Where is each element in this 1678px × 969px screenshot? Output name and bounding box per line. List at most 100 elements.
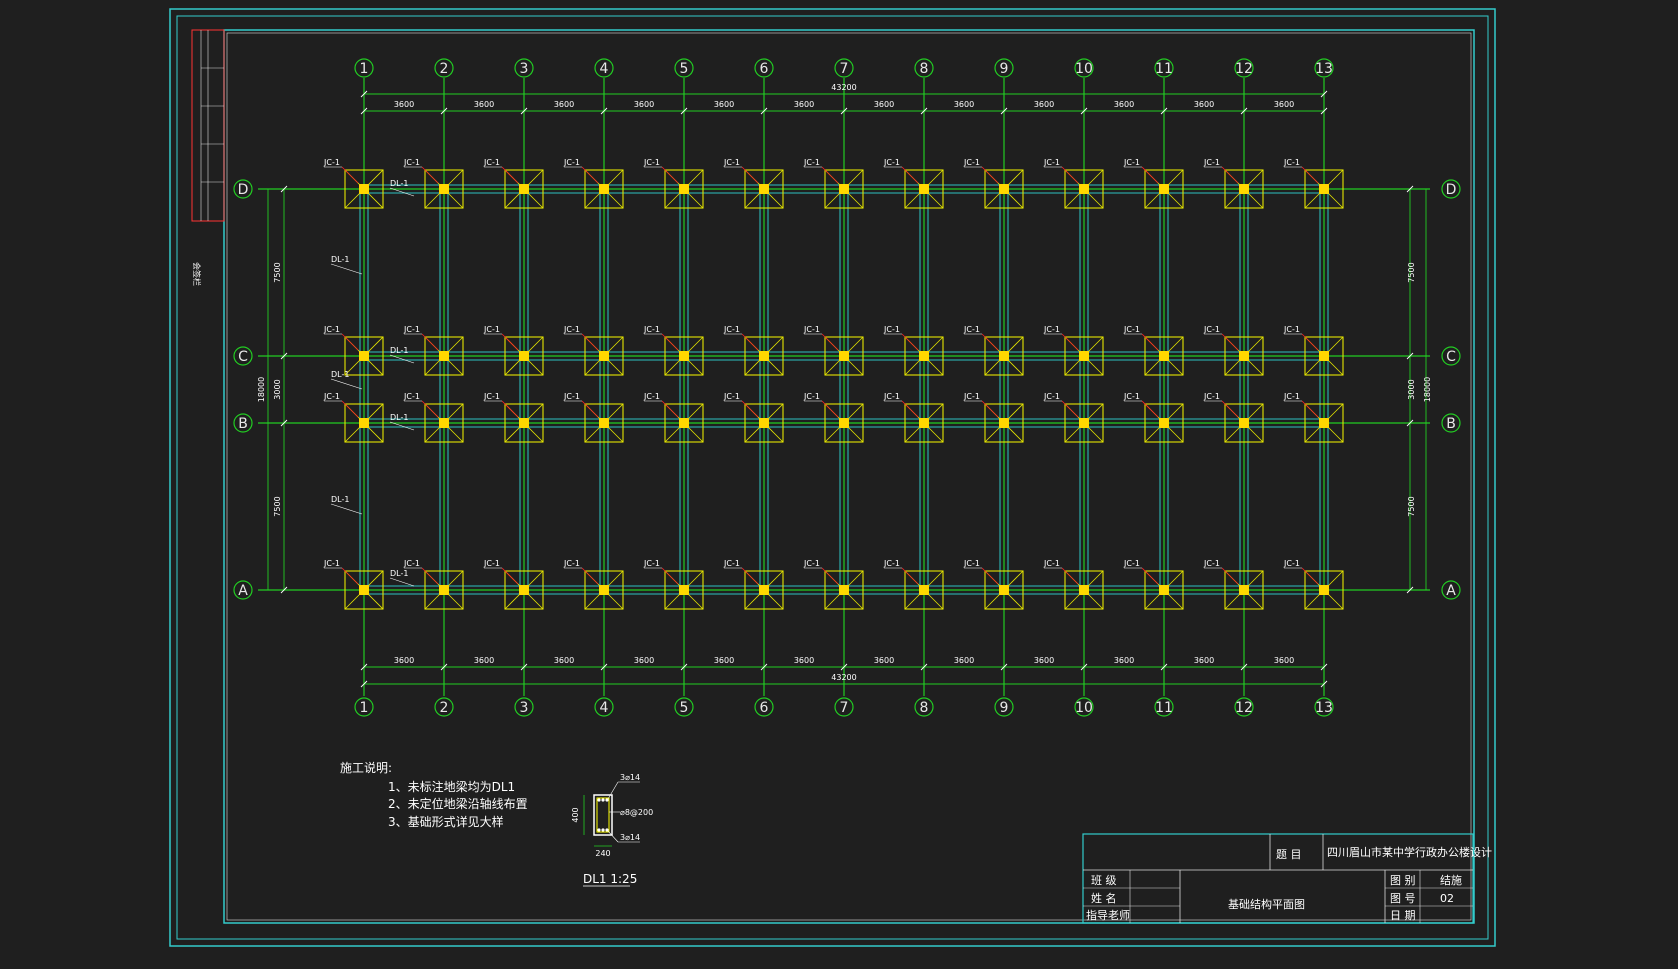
dl1-bottom-rebar: 3⌀14 (620, 833, 640, 842)
footing-leader (661, 333, 679, 351)
tb-row-class: 班 级 (1091, 874, 1117, 887)
footing-tag: JC-1 (1203, 325, 1220, 334)
footing-tag: JC-1 (403, 392, 420, 401)
column (839, 418, 849, 428)
axis-bubble-bottom-11-label: 11 (1155, 700, 1173, 716)
column (1079, 585, 1089, 595)
footing-tag: JC-1 (643, 559, 660, 568)
column (439, 184, 449, 194)
footing-leader (421, 400, 439, 418)
ground-beam-tag: DL-1 (390, 179, 408, 188)
axis-bubble-top-8-label: 8 (920, 61, 929, 77)
foundation-plan: JC-1 JC-1 JC-1 JC-1 JC-1 JC-1 JC-1 JC-1 JC-1 JC-1… (233, 58, 1461, 717)
axis-bubble-bottom-8-label: 8 (920, 700, 929, 716)
footing-tag: JC-1 (323, 325, 340, 334)
footing-tag: JC-1 (563, 158, 580, 167)
footing-tag: JC-1 (883, 392, 900, 401)
footing-leader (1141, 400, 1159, 418)
ground-beam-tag-leader (389, 577, 415, 587)
column (1159, 418, 1169, 428)
axis-bubble-right-A-label: A (1446, 583, 1456, 599)
footing-tag: JC-1 (563, 559, 580, 568)
left-dimension-label: 7500 (273, 262, 282, 282)
footing-tag: JC-1 (883, 325, 900, 334)
tb-row-name: 姓 名 (1091, 891, 1117, 905)
notes-title: 施工说明: (340, 760, 392, 775)
footing-leader (981, 333, 999, 351)
outer-frame (169, 8, 1496, 947)
column (599, 585, 609, 595)
footing-leader (1141, 166, 1159, 184)
column (599, 418, 609, 428)
note-item-3: 3、基础形式详见大样 (388, 814, 504, 829)
axis-bubble-bottom-5-label: 5 (680, 700, 689, 716)
top-dimension-bay-label: 3600 (634, 100, 654, 109)
footing-leader (341, 333, 359, 351)
footing-leader (1141, 567, 1159, 585)
axis-bubble-left-D-label: D (238, 182, 249, 198)
axis-bubble-left-B-label: B (238, 416, 248, 432)
axis-bubble-bottom-12-label: 12 (1235, 700, 1253, 716)
footing-tag: JC-1 (643, 325, 660, 334)
footing-leader (421, 333, 439, 351)
tb-subject-label: 题 目 (1276, 848, 1302, 861)
footing-leader (901, 567, 919, 585)
ground-beam-tag: DL-1 (331, 255, 349, 264)
top-dimension-bay-label: 3600 (554, 100, 574, 109)
bottom-dimension-bay-label: 3600 (1114, 656, 1134, 665)
axis-bubble-top-6-label: 6 (760, 61, 769, 77)
footing-leader (1061, 400, 1079, 418)
column (519, 585, 529, 595)
ground-beam-tag-leader (330, 263, 363, 275)
footing-leader (821, 333, 839, 351)
right-dimension-total-label: 18000 (1423, 377, 1432, 402)
axis-bubble-left-A-label: A (238, 583, 248, 599)
footing-leader (1141, 333, 1159, 351)
footing-tag: JC-1 (803, 158, 820, 167)
dl1-section-detail: 3⌀14 ⌀8@200 3⌀14 400 240 DL1 1:25 (571, 773, 653, 887)
column (1319, 418, 1329, 428)
footing-leader (1221, 333, 1239, 351)
column (839, 585, 849, 595)
footing-tag: JC-1 (1203, 392, 1220, 401)
dl1-section-label: DL1 1:25 (583, 872, 637, 886)
top-dimension-total-label: 43200 (831, 83, 856, 92)
bottom-dimension-bay-label: 3600 (634, 656, 654, 665)
bottom-dimension-bay-label: 3600 (1034, 656, 1054, 665)
bottom-dimension-bay-label: 3600 (714, 656, 734, 665)
right-dimension-label: 3000 (1407, 379, 1416, 399)
footing-tag: JC-1 (963, 392, 980, 401)
column (1319, 585, 1329, 595)
footing-leader (821, 400, 839, 418)
footing-leader (821, 567, 839, 585)
axis-bubble-right-D-label: D (1446, 182, 1457, 198)
dl1-width: 240 (595, 849, 610, 858)
footing-tag: JC-1 (1123, 325, 1140, 334)
axis-bubble-bottom-7-label: 7 (840, 700, 849, 716)
column (1239, 184, 1249, 194)
column (1159, 351, 1169, 361)
ground-beam-tag-leader (330, 503, 363, 515)
footing-leader (901, 400, 919, 418)
construction-notes: 施工说明: 1、未标注地梁均为DL1 2、未定位地梁沿轴线布置 3、基础形式详见… (340, 760, 528, 829)
column (1159, 585, 1169, 595)
column (759, 351, 769, 361)
axis-bubble-top-1-label: 1 (360, 61, 369, 77)
column (919, 585, 929, 595)
footing-leader (821, 166, 839, 184)
left-dimension-total-label: 18000 (257, 377, 266, 402)
column (999, 351, 1009, 361)
column (519, 184, 529, 194)
footing-tag: JC-1 (1043, 158, 1060, 167)
footing-leader (341, 400, 359, 418)
footing-tag: JC-1 (323, 158, 340, 167)
column (359, 351, 369, 361)
footing-leader (1301, 400, 1319, 418)
tb-drawing-title: 基础结构平面图 (1228, 897, 1305, 911)
axis-bubble-top-7-label: 7 (840, 61, 849, 77)
column (919, 418, 929, 428)
footing-tag: JC-1 (1123, 392, 1140, 401)
tb-value-number: 02 (1440, 892, 1454, 905)
bottom-dimension-bay-label: 3600 (954, 656, 974, 665)
footing-leader (981, 166, 999, 184)
